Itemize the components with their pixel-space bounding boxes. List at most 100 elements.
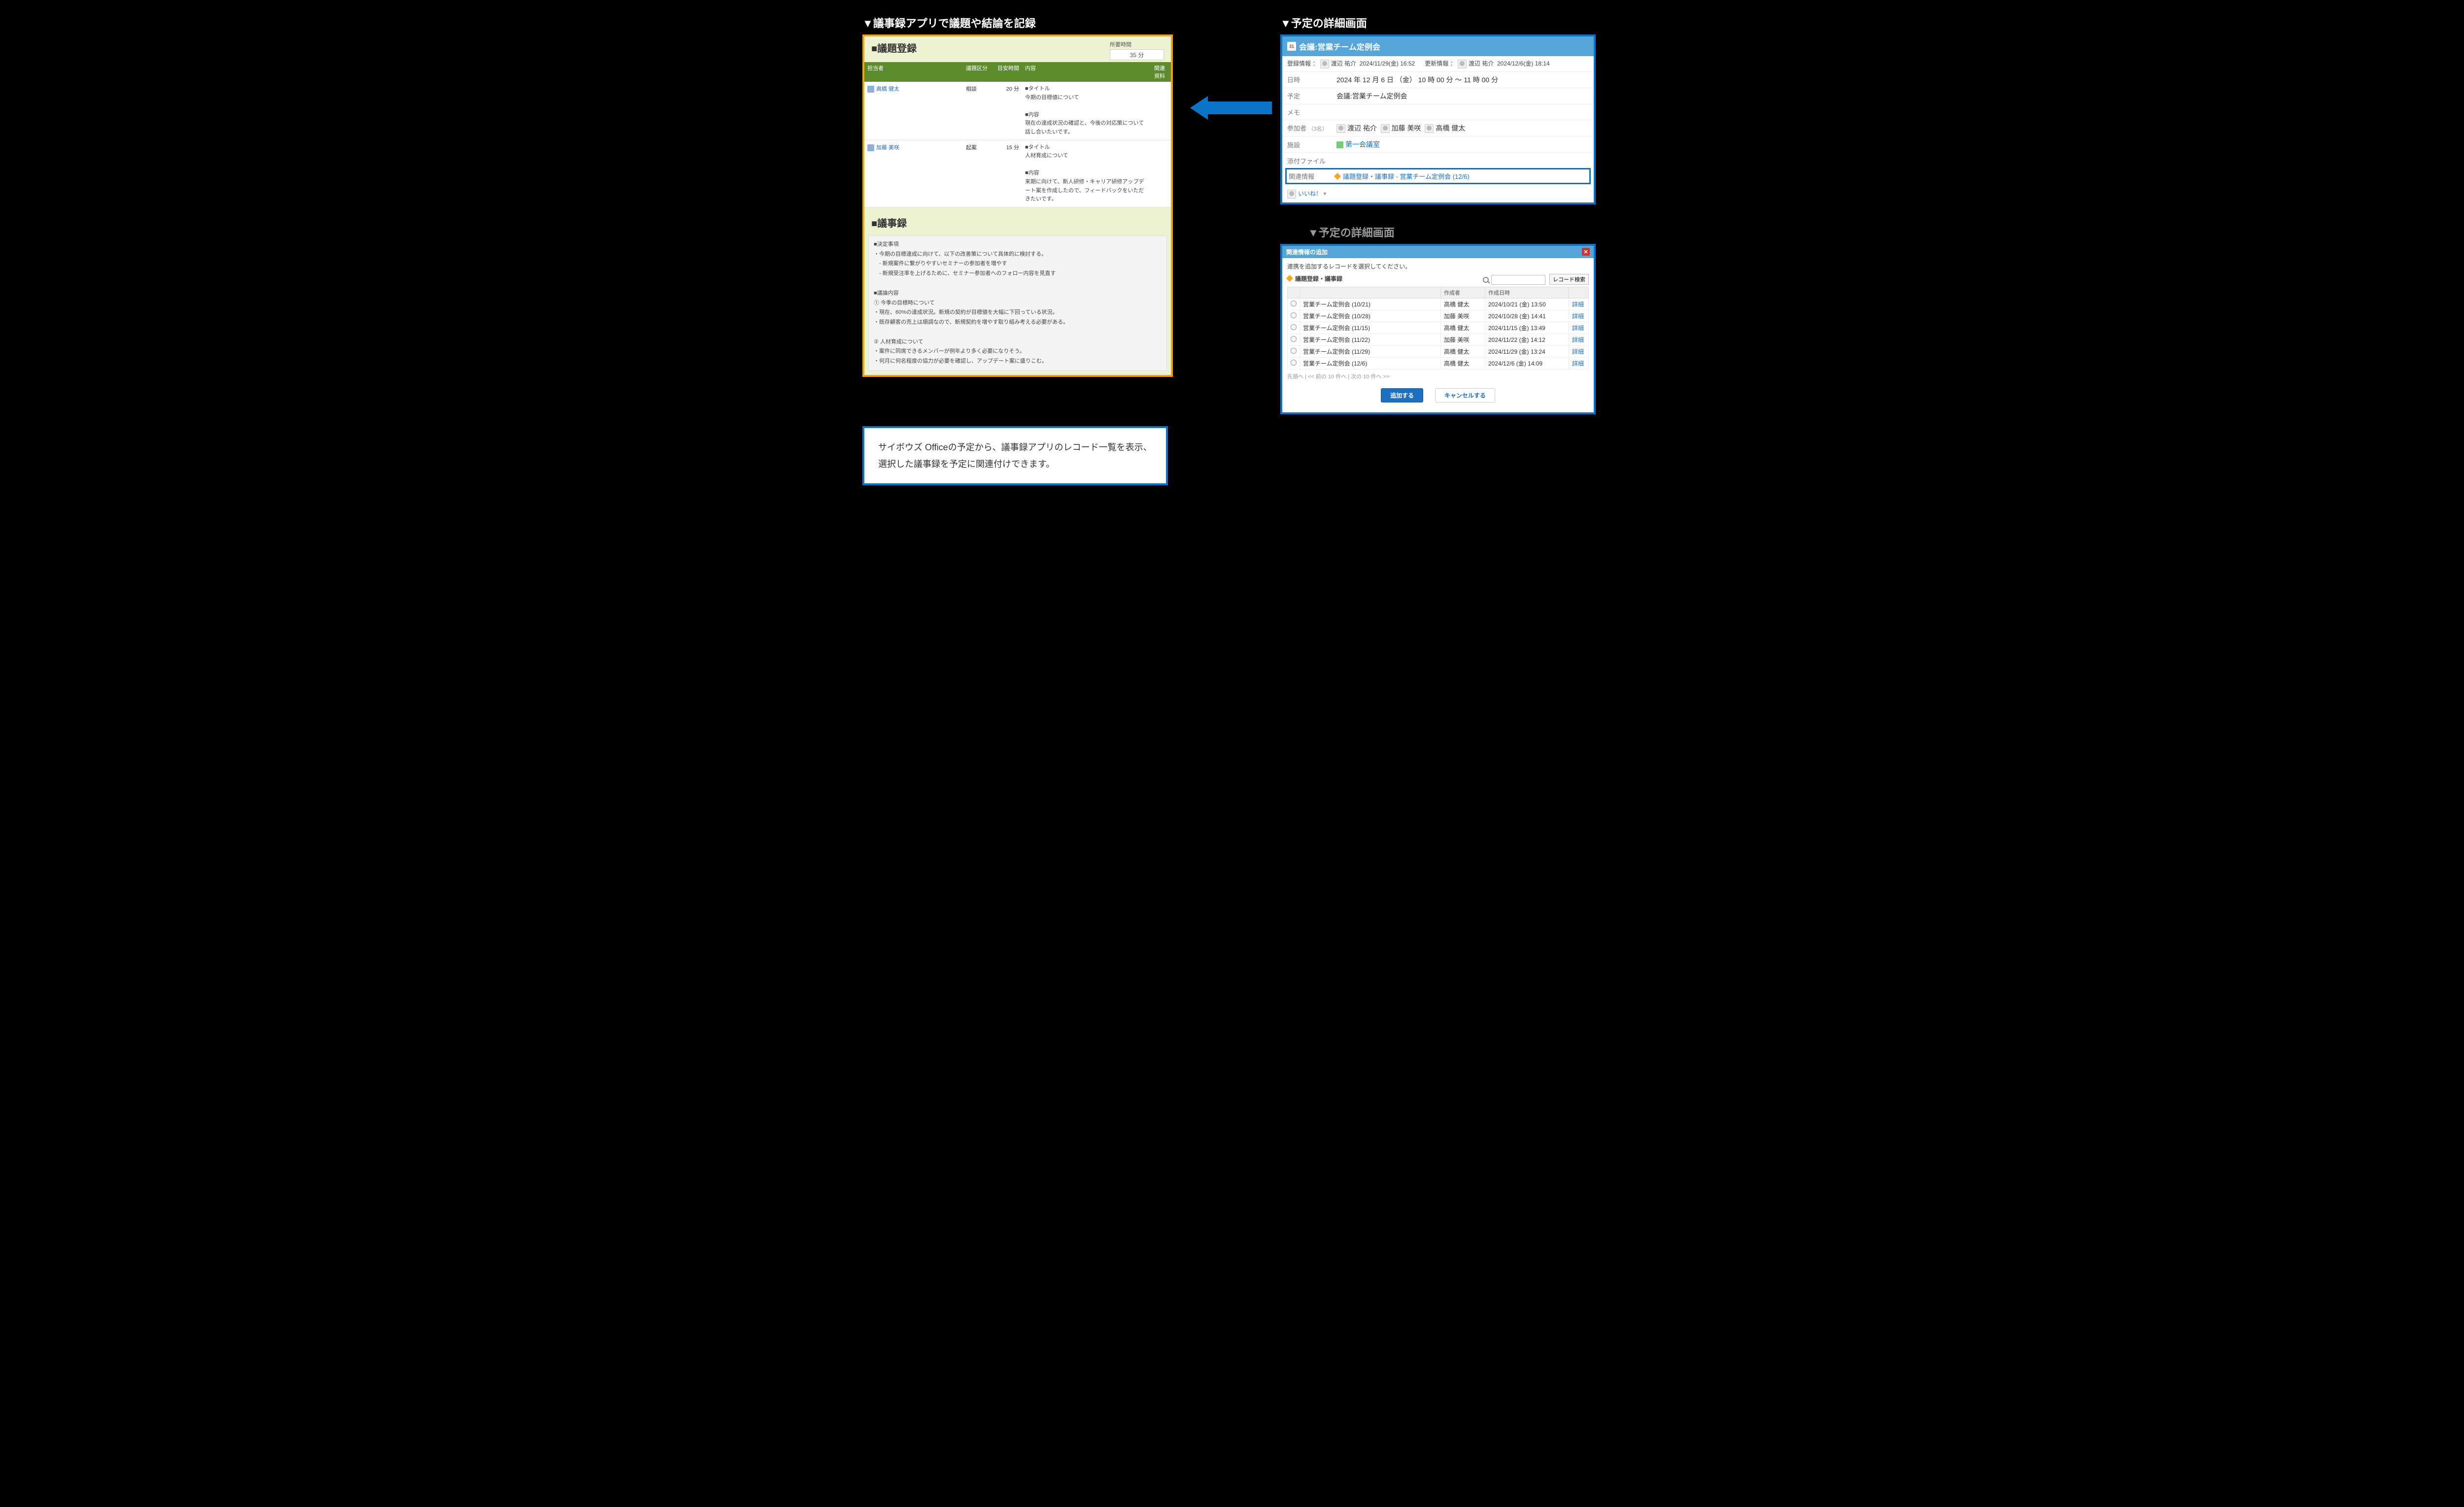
like-button[interactable]: いいね！ (1298, 190, 1322, 197)
record-row[interactable]: 営業チーム定例会 (10/28)加藤 美咲2024/10/28 (金) 14:4… (1288, 310, 1589, 322)
record-search-input[interactable] (1491, 275, 1545, 285)
col-kind: 議題区分 (963, 62, 992, 82)
record-search-button[interactable]: レコード検索 (1549, 274, 1589, 285)
add-button[interactable]: 追加する (1381, 388, 1423, 402)
record-author: 高橋 健太 (1441, 298, 1485, 310)
record-author: 高橋 健太 (1441, 322, 1485, 334)
label-attachment: 添付ファイル (1287, 156, 1336, 166)
record-row[interactable]: 営業チーム定例会 (12/6)高橋 健太2024/12/6 (金) 14:09詳… (1288, 357, 1589, 369)
record-detail-link[interactable]: 詳細 (1572, 313, 1584, 320)
label-facility: 施設 (1287, 140, 1336, 149)
agenda-row: 高橋 健太 相談 20 分 ■タイトル 今期の目標値について ■内容 現在の達成… (864, 82, 1171, 140)
assignee-link[interactable]: 高橋 健太 (876, 86, 899, 92)
record-detail-link[interactable]: 詳細 (1572, 336, 1584, 343)
calendar-icon: 31 (1287, 42, 1296, 51)
heading-minutes-app: ▼議事録アプリで議題や結論を記録 (862, 15, 1173, 31)
related-record-link[interactable]: 議題登録・議事録 - 営業チーム定例会 (12/6) (1343, 173, 1470, 180)
facility-icon (1336, 141, 1343, 148)
heading-event-detail-bottom: ▼予定の詳細画面 (1308, 224, 1596, 240)
search-icon (1483, 277, 1489, 283)
col-assignee: 担当者 (864, 62, 963, 82)
record-radio[interactable] (1291, 312, 1297, 318)
duration-value: 35 分 (1110, 49, 1164, 60)
record-subject: 営業チーム定例会 (11/15) (1300, 322, 1441, 334)
record-table: 作成者 作成日時 営業チーム定例会 (10/21)高橋 健太2024/10/21… (1287, 287, 1589, 369)
assignee-link[interactable]: 加藤 美咲 (876, 145, 899, 151)
record-date: 2024/11/22 (金) 14:12 (1485, 334, 1569, 345)
event-detail-panel: 31 会議:営業チーム定例会 登録情報 ： 渡辺 祐介 2024/11/29(金… (1280, 34, 1596, 204)
app-bullet-icon (1286, 275, 1293, 282)
record-radio[interactable] (1291, 301, 1297, 306)
facility-link[interactable]: 第一会議室 (1345, 140, 1380, 148)
record-row[interactable]: 営業チーム定例会 (10/21)高橋 健太2024/10/21 (金) 13:5… (1288, 298, 1589, 310)
agenda-content: ■タイトル 人材育成について ■内容 来期に向けて、新人研修・キャリア研修アップ… (1022, 140, 1151, 207)
label-plan: 予定 (1287, 91, 1336, 100)
user-icon (867, 86, 874, 93)
record-detail-link[interactable]: 詳細 (1572, 301, 1584, 308)
avatar-icon (1458, 60, 1467, 68)
record-date: 2024/10/28 (金) 14:41 (1485, 310, 1569, 322)
record-date: 2024/12/6 (金) 14:09 (1485, 357, 1569, 369)
reg-time: 2024/11/29(金) 16:52 (1360, 60, 1415, 67)
agenda-estimate: 20 分 (992, 82, 1022, 140)
agenda-estimate: 15 分 (992, 140, 1022, 207)
pager[interactable]: 先頭へ | << 前の 10 件へ | 次の 10 件へ >> (1287, 369, 1589, 383)
record-row[interactable]: 営業チーム定例会 (11/22)加藤 美咲2024/11/22 (金) 14:1… (1288, 334, 1589, 345)
record-subject: 営業チーム定例会 (12/6) (1300, 357, 1441, 369)
agenda-register-title: ■議題登録 (871, 40, 1110, 55)
label-related: 関連情報 (1289, 171, 1335, 181)
record-row[interactable]: 営業チーム定例会 (11/29)高橋 健太2024/11/29 (金) 13:2… (1288, 345, 1589, 357)
col-author: 作成者 (1441, 287, 1485, 298)
add-related-panel: 関連情報の追加 ✕ 連携を追加するレコードを選択してください。 議題登録・議事録… (1280, 244, 1596, 414)
record-detail-link[interactable]: 詳細 (1572, 325, 1584, 332)
value-participants: 渡辺 祐介 加藤 美咲 高橋 健太 (1336, 123, 1589, 133)
record-radio[interactable] (1291, 360, 1297, 366)
record-author: 加藤 美咲 (1441, 334, 1485, 345)
upd-user: 渡辺 祐介 (1469, 60, 1494, 67)
minutes-panel: ■議題登録 所要時間 35 分 担当者 議題区分 目安時間 内容 関連資料 高橋… (862, 34, 1173, 377)
agenda-table-header: 担当者 議題区分 目安時間 内容 関連資料 (864, 62, 1171, 82)
add-instruction: 連携を追加するレコードを選択してください。 (1287, 262, 1589, 270)
event-title-bar: 31 会議:営業チーム定例会 (1282, 36, 1594, 56)
record-date: 2024/11/29 (金) 13:24 (1485, 345, 1569, 357)
record-author: 加藤 美咲 (1441, 310, 1485, 322)
avatar-icon (1336, 124, 1345, 133)
col-attachments: 関連資料 (1151, 62, 1171, 82)
avatar-icon (1381, 124, 1390, 133)
label-memo: メモ (1287, 107, 1336, 117)
avatar-icon (1320, 60, 1329, 68)
record-subject: 営業チーム定例会 (11/29) (1300, 345, 1441, 357)
close-icon[interactable]: ✕ (1582, 248, 1590, 256)
user-icon (867, 144, 874, 151)
agenda-content: ■タイトル 今期の目標値について ■内容 現在の達成状況の確認と、今後の対応策に… (1022, 82, 1151, 140)
avatar-icon (1425, 124, 1434, 133)
chevron-down-icon[interactable]: ▾ (1323, 190, 1326, 197)
reg-user: 渡辺 祐介 (1331, 60, 1356, 67)
record-radio[interactable] (1291, 348, 1297, 354)
value-plan: 会議:営業チーム定例会 (1336, 91, 1589, 101)
col-select (1288, 287, 1300, 298)
agenda-row: 加藤 美咲 起案 15 分 ■タイトル 人材育成について ■内容 来期に向けて、… (864, 140, 1171, 207)
record-author: 高橋 健太 (1441, 345, 1485, 357)
related-info-highlight: 関連情報 議題登録・議事録 - 営業チーム定例会 (12/6) (1285, 168, 1591, 184)
record-detail-link[interactable]: 詳細 (1572, 348, 1584, 355)
col-date: 作成日時 (1485, 287, 1569, 298)
duration-label: 所要時間 (1110, 40, 1164, 48)
cancel-button[interactable]: キャンセルする (1435, 388, 1495, 402)
record-author: 高橋 健太 (1441, 357, 1485, 369)
event-title-text: 会議:営業チーム定例会 (1299, 40, 1380, 52)
col-estimate: 目安時間 (992, 62, 1022, 82)
event-meta: 登録情報 ： 渡辺 祐介 2024/11/29(金) 16:52 更新情報 ： … (1282, 56, 1594, 72)
record-detail-link[interactable]: 詳細 (1572, 360, 1584, 367)
upd-time: 2024/12/6(金) 18:14 (1497, 60, 1550, 67)
record-subject: 営業チーム定例会 (10/28) (1300, 310, 1441, 322)
arrow-left-icon (1190, 96, 1272, 120)
record-row[interactable]: 営業チーム定例会 (11/15)高橋 健太2024/11/15 (金) 13:4… (1288, 322, 1589, 334)
record-subject: 営業チーム定例会 (11/22) (1300, 334, 1441, 345)
add-panel-title: 関連情報の追加 (1286, 248, 1328, 256)
agenda-kind: 相談 (963, 82, 992, 140)
record-radio[interactable] (1291, 324, 1297, 330)
label-participants: 参加者 （3名） (1287, 123, 1336, 133)
record-radio[interactable] (1291, 336, 1297, 342)
col-subject (1300, 287, 1441, 298)
